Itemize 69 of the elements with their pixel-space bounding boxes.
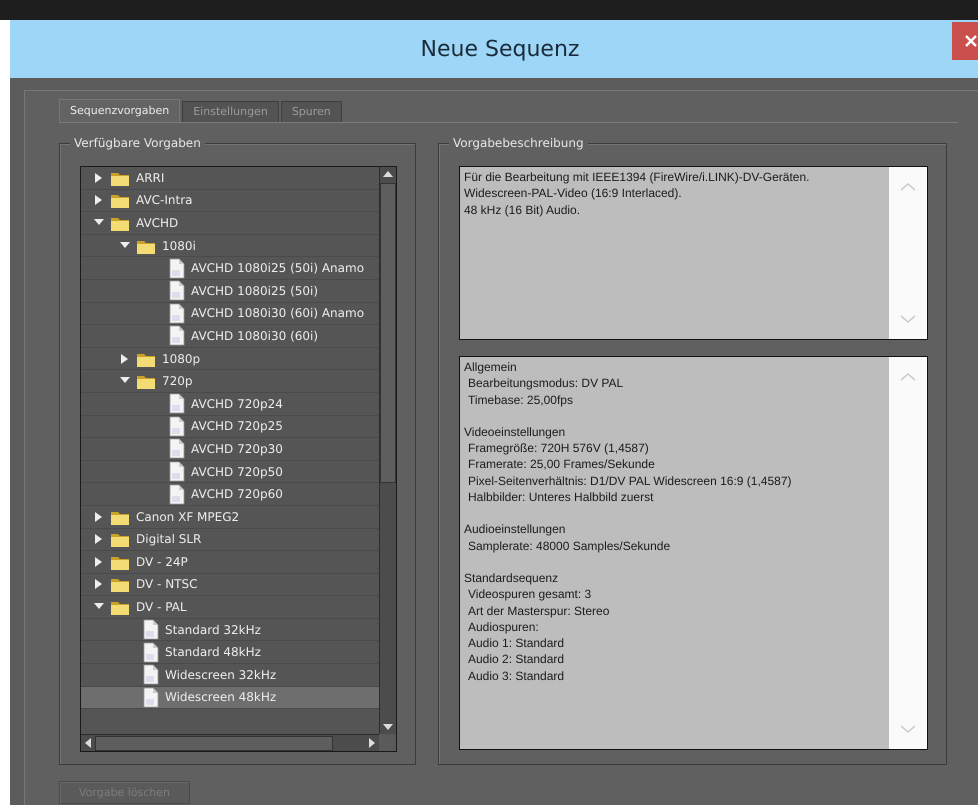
collapsed-arrow-icon[interactable] [92,510,104,523]
preset-file-icon [169,484,185,505]
description-line: 48 kHz (16 Bit) Audio. [464,202,582,218]
tree-row[interactable]: AVCHD 1080i25 (50i) [81,280,379,303]
preset-file-icon [169,258,185,279]
detail-line: Pixel-Seitenverhältnis: D1/DV PAL Widescreen 16:9 (1,4587) [467,472,792,490]
detail-line: Audio 1: Standard [467,635,566,652]
detail-line: Art der Masterspur: Stereo [467,602,610,619]
tab[interactable]: Sequenzvorgaben [59,99,180,122]
tree-row[interactable]: AVCHD 1080i30 (60i) Anamo [81,302,379,326]
tree-row[interactable]: DV - NTSC [81,574,379,596]
tree-row[interactable]: ARRI [81,167,379,190]
scrollbar-thumb[interactable] [380,183,396,483]
tree-row[interactable]: DV - PAL [81,596,379,619]
detail-line: Framegröße: 720H 576V (1,4587) [467,440,650,456]
tree-row[interactable]: DV - 24P [81,551,379,574]
collapsed-arrow-icon[interactable] [92,172,104,184]
tree-row[interactable]: AVCHD 720p25 [81,416,379,438]
section-heading: Allgemein [464,359,518,376]
tree-row[interactable]: AVCHD 720p30 [81,438,379,461]
tree-row[interactable]: Standard 32kHz [81,618,379,642]
preset-file-icon [169,393,185,414]
collapsed-arrow-icon[interactable] [118,352,130,365]
preset-file-icon [169,438,185,460]
collapsed-arrow-icon[interactable] [92,194,104,206]
section-heading: Standardsequenz [464,570,560,586]
detail-line: Audio 3: Standard [467,668,566,684]
tree-row[interactable]: Digital SLR [81,528,379,552]
preset-file-icon [143,664,159,686]
detail-line: Audio 2: Standard [467,651,566,668]
section-heading: Audioeinstellungen [464,521,566,538]
preset-file-icon [169,325,185,346]
section-heading: Videoeinstellungen [464,424,566,440]
preset-file-icon [143,686,159,708]
preset-file-icon [169,416,185,437]
detail-line: Samplerate: 48000 Samples/Sekunde [467,538,672,554]
detail-line: Bearbeitungsmodus: DV PAL [467,375,624,392]
description-line: Für die Bearbeitung mit IEEE1394 (FireWire/i.LINK)-DV-Geräten. [464,169,810,186]
detail-line: Audiospuren: [467,618,540,636]
detail-line: Videospuren gesamt: 3 [467,586,592,603]
scrollbar-thumb[interactable] [95,736,333,750]
tree-row[interactable]: 720p [81,370,379,393]
collapsed-arrow-icon[interactable] [92,533,104,546]
tree-row[interactable]: 1080i [81,234,379,258]
detail-line: Framerate: 25,00 Frames/Sekunde [467,456,656,473]
tree-row[interactable]: 1080p [81,348,379,370]
detail-line: Halbbilder: Unteres Halbbild zuerst [467,489,654,506]
preset-file-icon [143,619,159,640]
tree-row[interactable]: AVCHD 720p50 [81,460,379,484]
tree-row[interactable]: AVC-Intra [81,190,379,212]
tree-row[interactable]: Canon XF MPEG2 [81,506,379,528]
tree-row[interactable]: AVCHD 1080i30 (60i) [81,325,379,348]
preset-file-icon [169,280,185,302]
window-title: Neue Sequenz [420,36,580,62]
detail-line: Timebase: 25,00fps [467,392,574,408]
tree-row[interactable]: AVCHD 720p60 [81,483,379,506]
tree-row[interactable]: AVCHD [81,212,379,235]
preset-file-icon [143,642,159,663]
tree-row[interactable]: Widescreen 48kHz [81,686,379,710]
tree-row[interactable]: AVCHD 1080i25 (50i) Anamo [81,257,379,280]
collapsed-arrow-icon[interactable] [92,556,104,568]
preset-file-icon [169,302,185,324]
collapsed-arrow-icon[interactable] [92,578,104,590]
group-title: Verfügbare Vorgaben [70,136,205,150]
group-title: Vorgabebeschreibung [449,136,588,150]
tree-row[interactable]: AVCHD 720p24 [81,392,379,416]
description-line: Widescreen-PAL-Video (16:9 Interlaced). [464,185,683,202]
tree-row[interactable]: Standard 48kHz [81,641,379,664]
preset-file-icon [169,461,185,482]
